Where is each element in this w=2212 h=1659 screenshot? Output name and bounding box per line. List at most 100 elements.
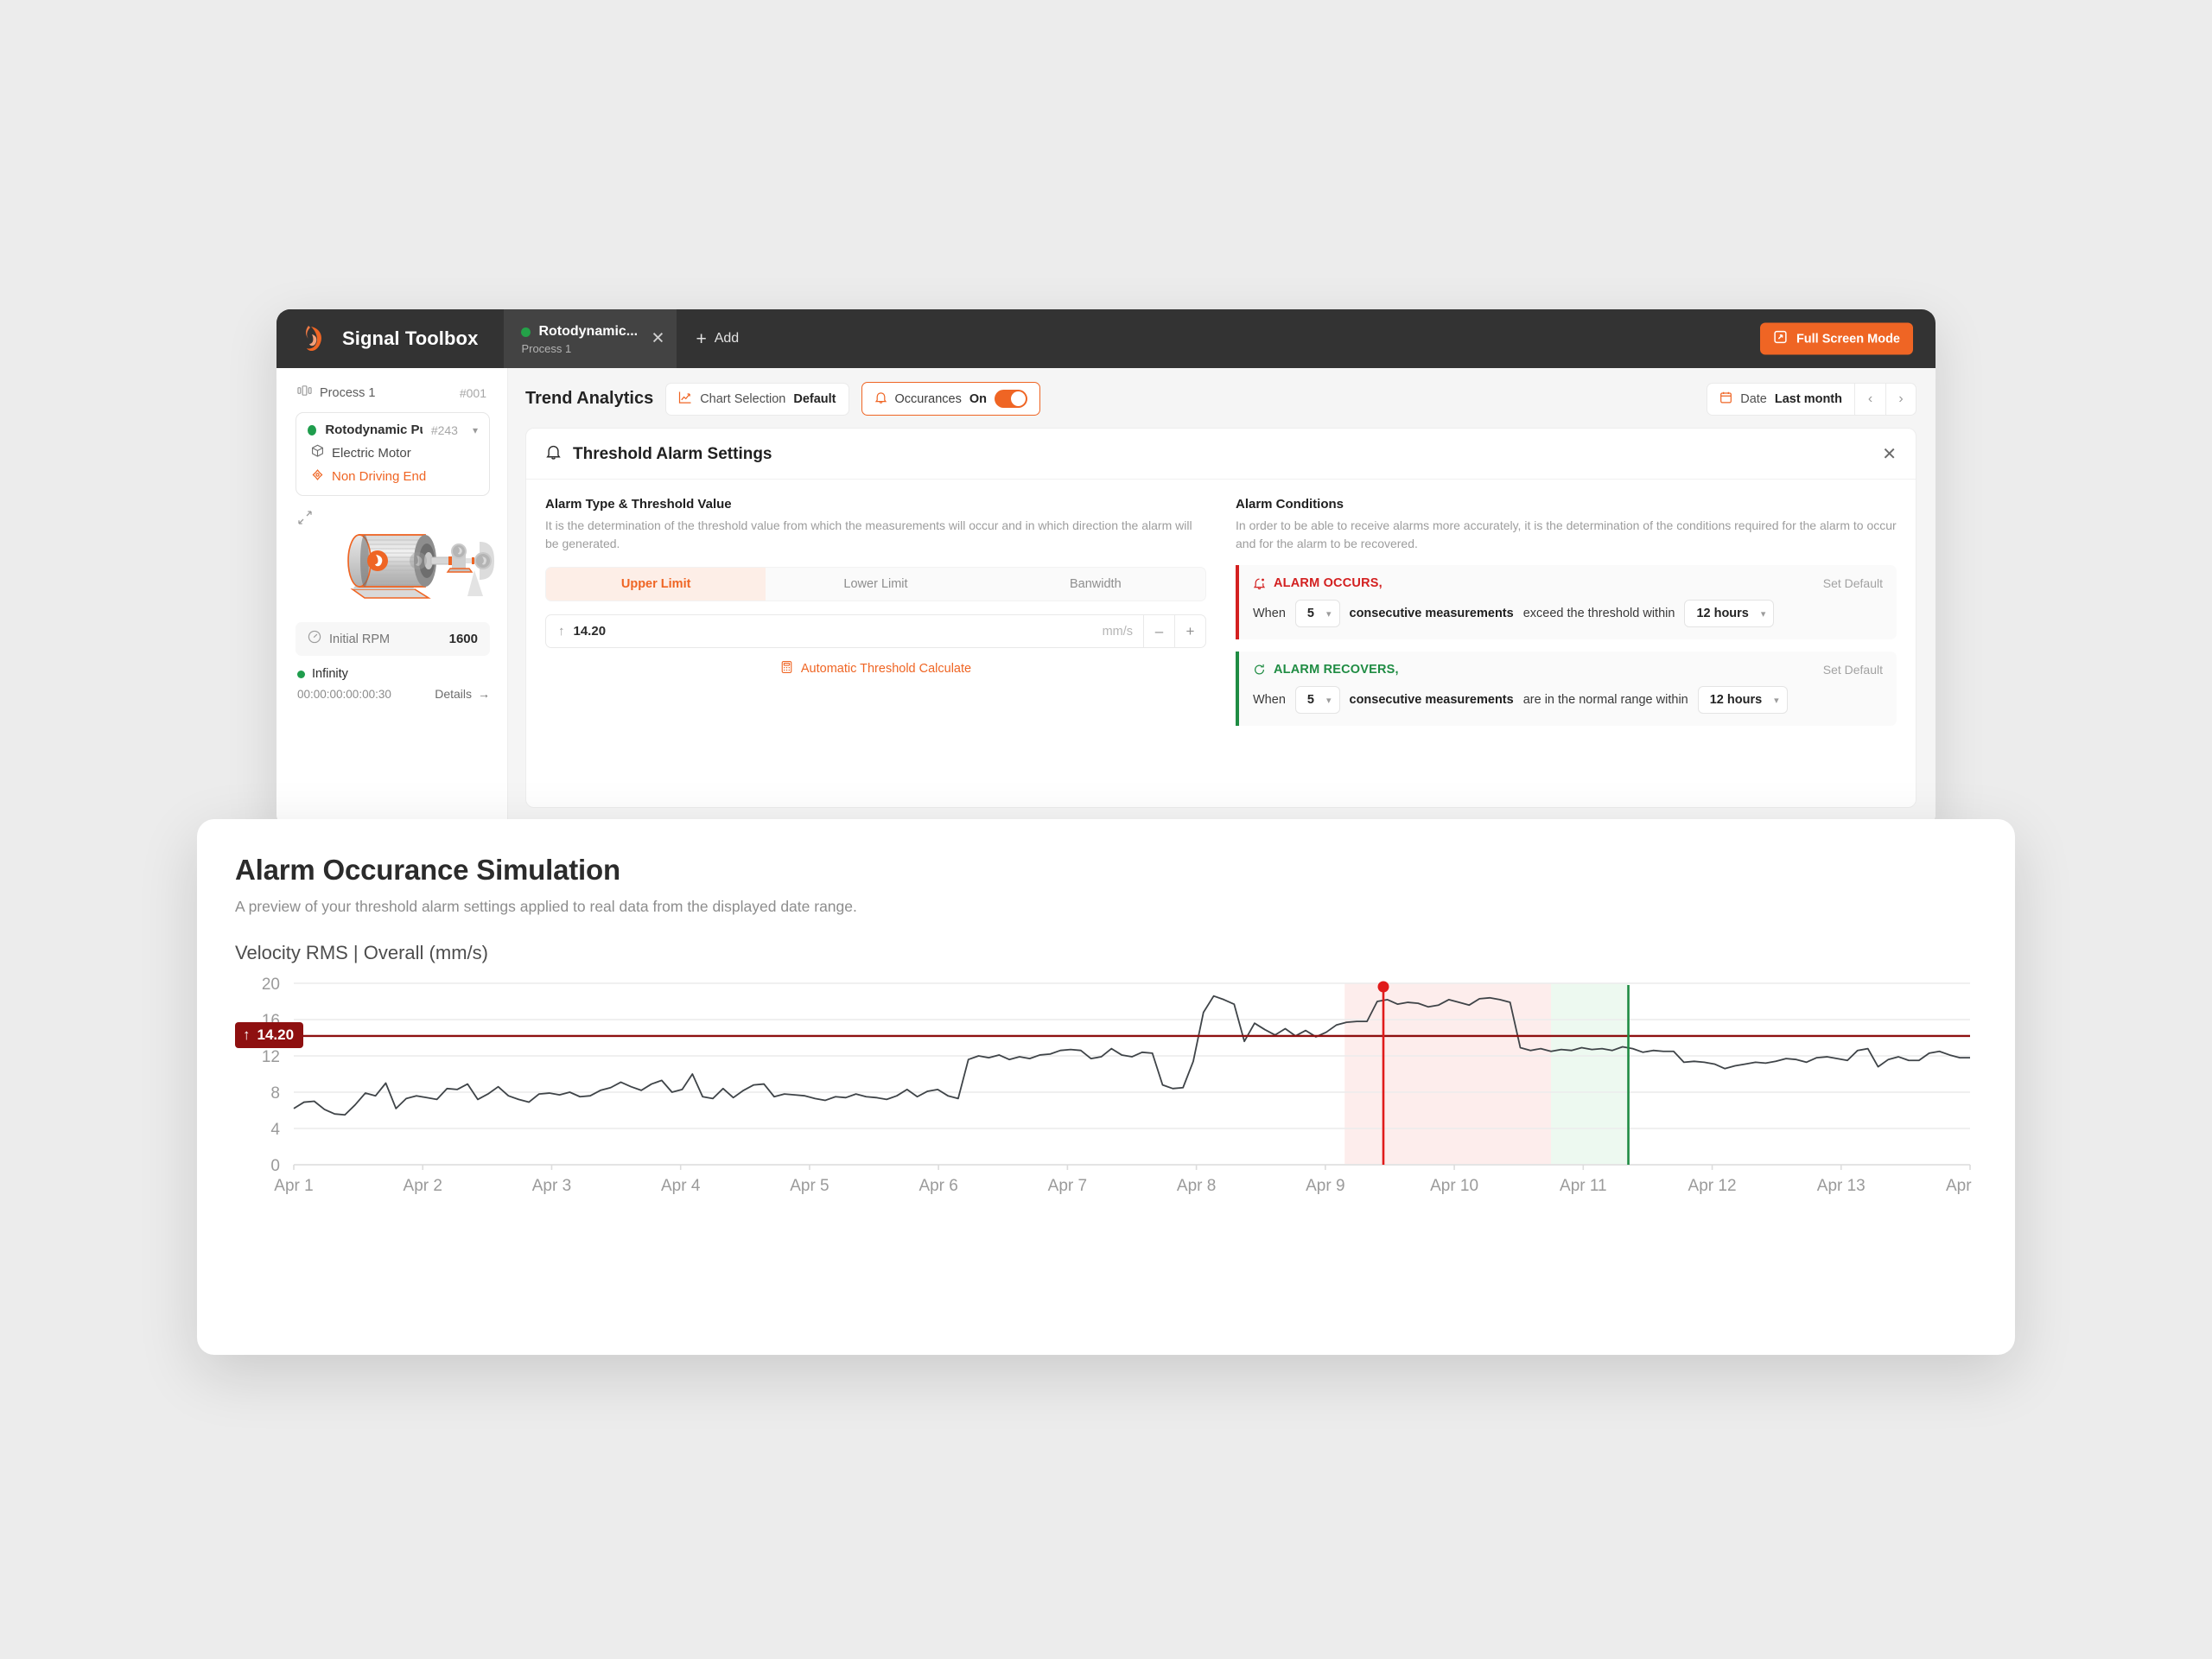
alarm-recovers-condition-row: When 5 ▾ consecutive measurements are in…: [1253, 686, 1883, 714]
alarm-region: [1344, 983, 1551, 1165]
x-tick-label: Apr 12: [1688, 1177, 1737, 1195]
x-tick-label: Apr 7: [1048, 1177, 1087, 1195]
alarm-recovers-card: ALARM RECOVERS, Set Default When 5 ▾ con…: [1236, 652, 1897, 726]
tab-status-dot: [521, 327, 531, 337]
alarm-recovers-header: ALARM RECOVERS, Set Default: [1253, 663, 1883, 677]
chevron-down-icon: ▾: [1325, 695, 1332, 706]
alarm-recovers-window-select[interactable]: 12 hours ▾: [1697, 686, 1788, 714]
series-label: Velocity RMS | Overall (mm/s): [235, 942, 488, 963]
chart-line-icon: [678, 391, 692, 408]
alarm-recovers-window-value: 12 hours: [1709, 693, 1763, 707]
tab-rotodynamic[interactable]: Rotodynamic... Process 1 ✕: [504, 309, 677, 368]
occurances-toggle-button[interactable]: Occurances On: [861, 382, 1041, 416]
motor-preview: [296, 508, 494, 615]
asset-child-label: Non Driving End: [332, 469, 427, 484]
alarm-occurs-set-default[interactable]: Set Default: [1823, 576, 1883, 590]
timecode-row: 00:00:00:00:00:30 Details →: [297, 687, 490, 701]
occurances-value: On: [969, 391, 988, 406]
y-tick-label: 4: [270, 1121, 280, 1139]
calculator-icon: [780, 660, 793, 677]
initial-rpm-label: Initial RPM: [329, 632, 391, 646]
arrow-up-icon: ↑: [243, 1026, 251, 1043]
close-icon[interactable]: ✕: [1882, 446, 1897, 463]
arrow-up-icon: ↑: [558, 624, 565, 639]
cube-icon: [311, 444, 324, 461]
asset-card[interactable]: Rotodynamic Pu... #243 ▾ Electric Motor: [296, 412, 490, 496]
alarm-occurs-card: ALARM OCCURS, Set Default When 5 ▾ conse…: [1236, 565, 1897, 639]
asset-child-label: Electric Motor: [332, 445, 411, 461]
threshold-increment-button[interactable]: +: [1174, 615, 1205, 647]
process-label: Process 1: [320, 385, 376, 400]
sidebar: Process 1 #001 Rotodynamic Pu... #243 ▾: [276, 368, 508, 828]
status-dot: [297, 670, 305, 678]
bell-alert-icon: [1253, 576, 1266, 590]
chart-selection-button[interactable]: Chart Selection Default: [665, 382, 849, 416]
asset-child-electric-motor[interactable]: Electric Motor: [311, 444, 478, 461]
alarm-type-column: Alarm Type & Threshold Value It is the d…: [545, 497, 1206, 726]
x-tick-label: Apr 8: [1177, 1177, 1216, 1195]
alarm-occurs-count-value: 5: [1306, 607, 1314, 620]
full-screen-mode-button[interactable]: Full Screen Mode: [1759, 322, 1913, 355]
alarm-occurs-mid-rest: exceed the threshold within: [1522, 607, 1675, 620]
settings-body: Alarm Type & Threshold Value It is the d…: [526, 480, 1916, 726]
threshold-decrement-button[interactable]: –: [1143, 615, 1174, 647]
alarm-recovers-mid-rest: are in the normal range within: [1522, 693, 1688, 707]
process-icon: [297, 385, 312, 401]
x-tick-label: Apr 11: [1560, 1177, 1607, 1195]
asset-header[interactable]: Rotodynamic Pu... #243 ▾: [308, 423, 478, 437]
details-link[interactable]: Details →: [435, 687, 490, 701]
alarm-recovers-count-select[interactable]: 5 ▾: [1294, 686, 1340, 714]
status-row: Infinity: [297, 667, 490, 681]
sidebar-process-row[interactable]: Process 1 #001: [296, 382, 490, 404]
alarm-recovers-count-value: 5: [1306, 693, 1314, 707]
alarm-recovers-title: ALARM RECOVERS,: [1274, 663, 1399, 677]
gauge-icon: [308, 630, 321, 648]
modal-subtitle: A preview of your threshold alarm settin…: [235, 898, 857, 915]
date-range-button[interactable]: Date Last month: [1707, 382, 1854, 416]
alarm-occurs-title: ALARM OCCURS,: [1274, 576, 1382, 590]
chevron-right-icon[interactable]: ›: [1885, 382, 1916, 416]
recovery-region: [1551, 983, 1629, 1165]
process-id: #001: [459, 385, 486, 400]
chevron-down-icon: ▾: [1774, 695, 1779, 706]
date-label: Date: [1740, 391, 1767, 406]
x-tick-label: Apr 1: [274, 1177, 313, 1195]
occurances-toggle[interactable]: [995, 390, 1028, 408]
alarm-occurs-window-value: 12 hours: [1696, 607, 1749, 620]
close-icon[interactable]: ✕: [652, 331, 665, 347]
initial-rpm-value: 1600: [448, 632, 478, 646]
add-tab-button[interactable]: + Add: [677, 309, 758, 368]
electric-motor-illustration: [311, 513, 494, 614]
tab-lower-limit[interactable]: Lower Limit: [766, 568, 985, 601]
asset-name: Rotodynamic Pu...: [325, 423, 423, 437]
automatic-threshold-calculate-button[interactable]: Automatic Threshold Calculate: [545, 660, 1206, 677]
alarm-recovers-set-default[interactable]: Set Default: [1823, 663, 1883, 677]
tab-title: Rotodynamic...: [538, 324, 639, 339]
alarm-occurs-window-select[interactable]: 12 hours ▾: [1684, 600, 1775, 627]
x-tick-label: Apr 6: [918, 1177, 957, 1195]
details-label: Details: [435, 687, 472, 701]
settings-title: Threshold Alarm Settings: [573, 444, 772, 463]
tab-upper-limit[interactable]: Upper Limit: [546, 568, 766, 601]
chevron-down-icon: ▾: [1760, 608, 1766, 620]
alarm-type-desc: It is the determination of the threshold…: [545, 518, 1192, 550]
expand-icon: [1773, 330, 1788, 348]
chevron-down-icon[interactable]: ▾: [473, 424, 478, 436]
asset-status-dot: [308, 424, 317, 435]
threshold-unit: mm/s: [1102, 624, 1133, 639]
threshold-alarm-settings-card: Threshold Alarm Settings ✕ Alarm Type & …: [525, 428, 1916, 808]
x-tick-label: Apr 10: [1430, 1177, 1478, 1195]
add-tab-label: Add: [714, 331, 740, 346]
window-body: Process 1 #001 Rotodynamic Pu... #243 ▾: [276, 368, 1936, 828]
settings-header: Threshold Alarm Settings ✕: [526, 429, 1916, 480]
chevron-left-icon[interactable]: ‹: [1854, 382, 1885, 416]
alarm-occurs-count-select[interactable]: 5 ▾: [1294, 600, 1340, 627]
alarm-occurs-when-label: When: [1253, 607, 1286, 620]
x-tick-label: Apr 4: [661, 1177, 701, 1195]
alarm-conditions-desc: In order to be able to receive alarms mo…: [1236, 518, 1897, 550]
tab-banwidth[interactable]: Banwidth: [986, 568, 1205, 601]
threshold-value-input[interactable]: ↑ 14.20 mm/s – +: [545, 614, 1206, 648]
threshold-value-wrap[interactable]: ↑ 14.20: [546, 615, 1092, 647]
asset-child-non-driving-end[interactable]: Non Driving End: [311, 468, 478, 485]
alarm-occurs-condition-row: When 5 ▾ consecutive measurements exceed…: [1253, 600, 1883, 627]
